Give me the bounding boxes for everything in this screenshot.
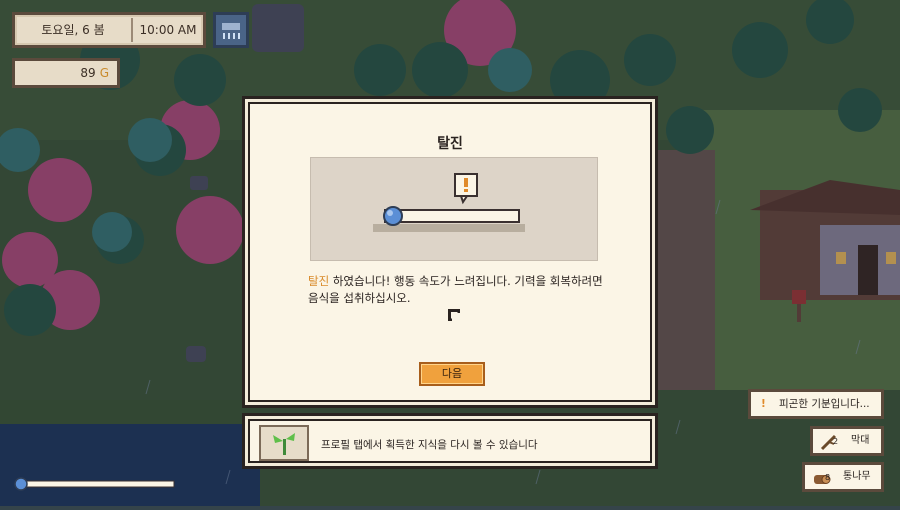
sprout-icon [259, 425, 309, 461]
gold-amount: 89 [80, 66, 96, 80]
tip-text: 프로필 탭에서 획득한 지식을 다시 볼 수 있습니다 [321, 439, 538, 451]
tired-status-notice: ! 피곤한 기분입니다... [748, 389, 884, 419]
item-count: 8 [825, 473, 831, 482]
date-label: 토요일, 6 봄 [41, 23, 105, 37]
item-pickup-log: 8 통나무 [802, 462, 884, 492]
continue-cursor-icon [447, 307, 461, 326]
energy-bar-illustration [310, 157, 598, 261]
gold-unit: G [99, 66, 109, 80]
dialog-message: 탈진 하였습니다! 행동 속도가 느려집니다. 기력을 회복하려면 음식을 섭취… [308, 273, 608, 307]
message-body: 하였습니다! 행동 속도가 느려집니다. 기력을 회복하려면 음식을 섭취하십시… [308, 274, 603, 305]
item-pickup-stick: 2 막대 [810, 426, 884, 456]
exhaustion-dialog: 탈진 탈진 하였습니다! 행동 속도가 느려집니다. 기력을 회복하려면 음식을… [242, 96, 658, 408]
stamina-bar [12, 476, 176, 491]
date-time-panel: 토요일, 6 봄 10:00 AM [12, 12, 206, 48]
rain-weather-icon [213, 12, 249, 48]
message-keyword: 탈진 [308, 274, 330, 288]
alert-icon: ! [761, 398, 766, 410]
status-text: 피곤한 기분입니다... [779, 398, 870, 410]
dialog-title: 탈진 [437, 136, 463, 152]
gold-counter: 89 G [12, 58, 120, 88]
item-name: 막대 [851, 435, 870, 446]
item-count: 2 [833, 437, 839, 446]
knowledge-tip-bar: 프로필 탭에서 획득한 지식을 다시 볼 수 있습니다 [242, 413, 658, 469]
time-label: 10:00 AM [139, 23, 197, 37]
item-name: 통나무 [843, 471, 871, 482]
next-button[interactable]: 다음 [419, 362, 485, 386]
